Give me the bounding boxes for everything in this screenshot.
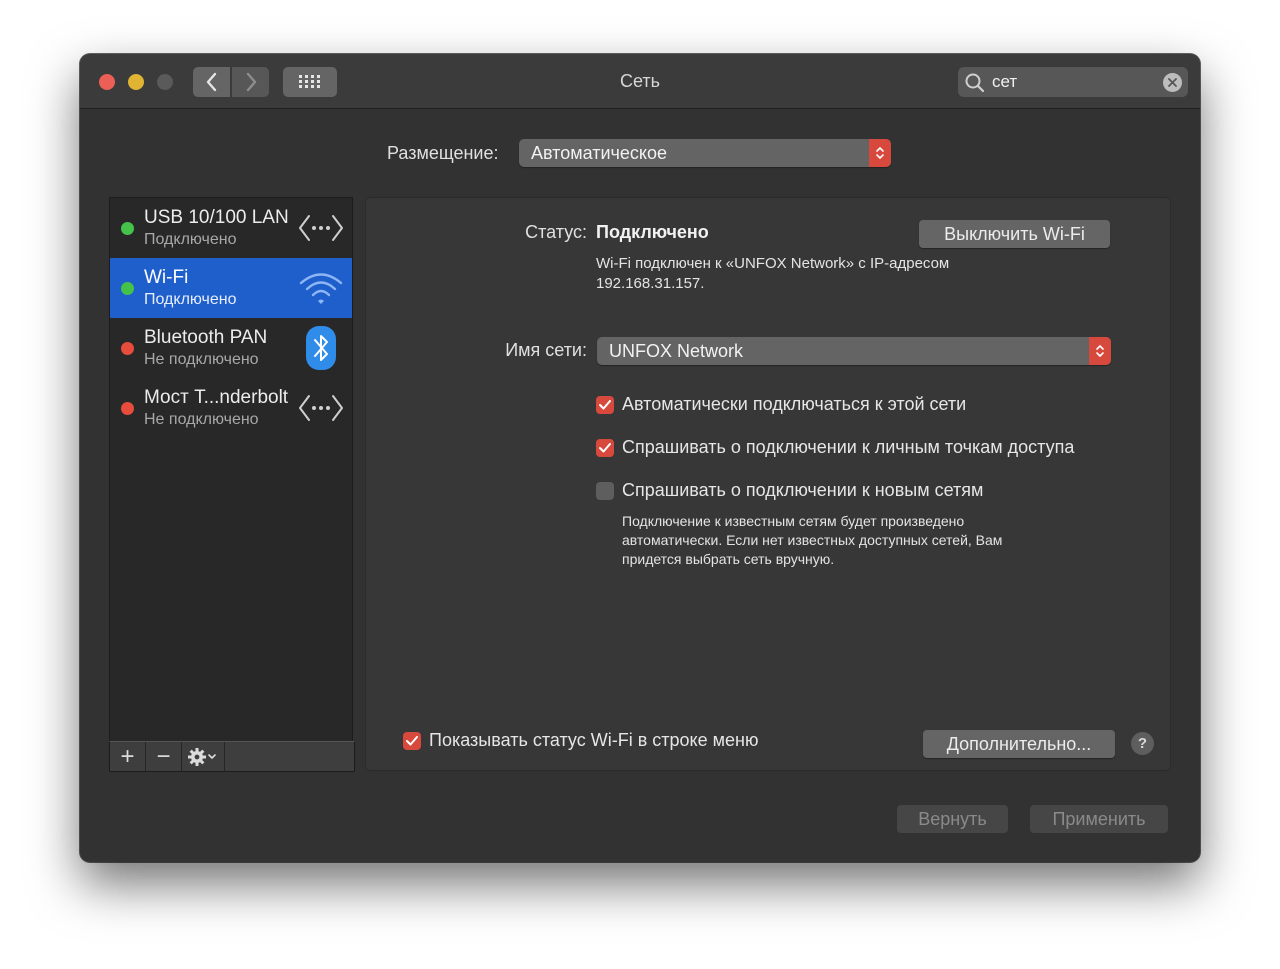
- checkbox-label: Спрашивать о подключении к личным точкам…: [622, 437, 1075, 457]
- gear-icon: [188, 747, 216, 766]
- updown-arrows-icon: [1089, 337, 1111, 365]
- remove-service-button[interactable]: −: [146, 742, 182, 771]
- service-thunderbolt-bridge[interactable]: Мост T...nderbolt Не подключено: [110, 378, 352, 438]
- location-label: Размещение:: [387, 143, 499, 163]
- clear-search-icon[interactable]: [1163, 73, 1182, 92]
- service-status: Не подключено: [144, 351, 259, 368]
- service-usb-lan[interactable]: USB 10/100 LAN Подключено: [110, 198, 352, 258]
- status-value: Подключено: [596, 222, 709, 242]
- ethernet-arrows-icon: [298, 210, 344, 246]
- service-wifi[interactable]: Wi-Fi Подключено: [110, 258, 352, 318]
- wifi-detail-panel: Статус: Подключено Выключить Wi-Fi Wi-Fi…: [365, 197, 1171, 771]
- show-wifi-status-checkbox[interactable]: Показывать статус Wi-Fi в строке меню: [403, 730, 758, 751]
- search-field[interactable]: [958, 67, 1188, 97]
- status-label: Статус:: [525, 222, 587, 242]
- advanced-button[interactable]: Дополнительно...: [923, 730, 1115, 758]
- checkbox-label: Автоматически подключаться к этой сети: [622, 394, 967, 414]
- service-name: Мост T...nderbolt: [144, 387, 289, 408]
- wifi-icon: [298, 270, 344, 306]
- apply-button[interactable]: Применить: [1030, 805, 1168, 833]
- search-icon: [965, 73, 985, 93]
- status-dot-connected: [121, 222, 134, 235]
- service-name: USB 10/100 LAN: [144, 207, 289, 228]
- service-status: Подключено: [144, 231, 237, 248]
- bluetooth-icon: [298, 326, 344, 370]
- options-note-line: автоматически. Если нет известных доступ…: [622, 532, 1003, 548]
- service-bluetooth-pan[interactable]: Bluetooth PAN Не подключено: [110, 318, 352, 378]
- network-service-list: USB 10/100 LAN Подключено Wi-Fi Подключе…: [109, 197, 353, 743]
- network-name-label: Имя сети:: [505, 340, 587, 360]
- options-note-line: Подключение к известным сетям будет прои…: [622, 513, 965, 529]
- service-actions-menu[interactable]: [182, 742, 225, 771]
- options-note-line: придется выбрать сеть вручную.: [622, 551, 835, 567]
- checkmark-icon: [596, 438, 614, 457]
- bridge-arrows-icon: [298, 390, 344, 426]
- checkmark-icon: [403, 731, 421, 750]
- turn-off-wifi-button[interactable]: Выключить Wi-Fi: [919, 220, 1110, 248]
- checkbox-label: Спрашивать о подключении к новым сетям: [622, 480, 984, 500]
- add-service-button[interactable]: +: [110, 742, 146, 771]
- network-name-value: UNFOX Network: [609, 341, 744, 361]
- ask-hotspots-checkbox[interactable]: Спрашивать о подключении к личным точкам…: [596, 437, 1074, 458]
- network-preferences-window: Сеть Размещение: Автоматическое USB 10/1…: [80, 54, 1200, 862]
- auto-join-checkbox[interactable]: Автоматически подключаться к этой сети: [596, 394, 966, 415]
- checkmark-icon: [596, 395, 614, 414]
- status-dot-disconnected: [121, 402, 134, 415]
- plus-icon: +: [120, 742, 135, 770]
- service-status: Не подключено: [144, 411, 259, 428]
- options-note: Подключение к известным сетям будет прои…: [622, 512, 1002, 569]
- network-name-popup[interactable]: UNFOX Network: [597, 337, 1111, 365]
- unchecked-box: [596, 481, 614, 500]
- location-value: Автоматическое: [531, 143, 668, 163]
- updown-arrows-icon: [869, 139, 891, 167]
- status-dot-connected: [121, 282, 134, 295]
- status-description-line: 192.168.31.157.: [596, 275, 705, 292]
- status-dot-disconnected: [121, 342, 134, 355]
- status-description-line: Wi-Fi подключен к «UNFOX Network» с IP-а…: [596, 255, 950, 272]
- minus-icon: −: [156, 742, 171, 770]
- service-name: Bluetooth PAN: [144, 327, 268, 348]
- revert-button[interactable]: Вернуть: [897, 805, 1008, 833]
- checkbox-label: Показывать статус Wi-Fi в строке меню: [429, 730, 759, 750]
- search-input[interactable]: [992, 71, 1152, 93]
- service-status: Подключено: [144, 291, 237, 308]
- help-button[interactable]: ?: [1131, 732, 1154, 755]
- service-name: Wi-Fi: [144, 267, 189, 288]
- title-bar: Сеть: [80, 54, 1200, 109]
- service-list-toolbar: + −: [109, 741, 355, 772]
- status-description: Wi-Fi подключен к «UNFOX Network» с IP-а…: [596, 254, 949, 294]
- location-popup[interactable]: Автоматическое: [519, 139, 891, 167]
- ask-new-networks-checkbox[interactable]: Спрашивать о подключении к новым сетям: [596, 480, 983, 501]
